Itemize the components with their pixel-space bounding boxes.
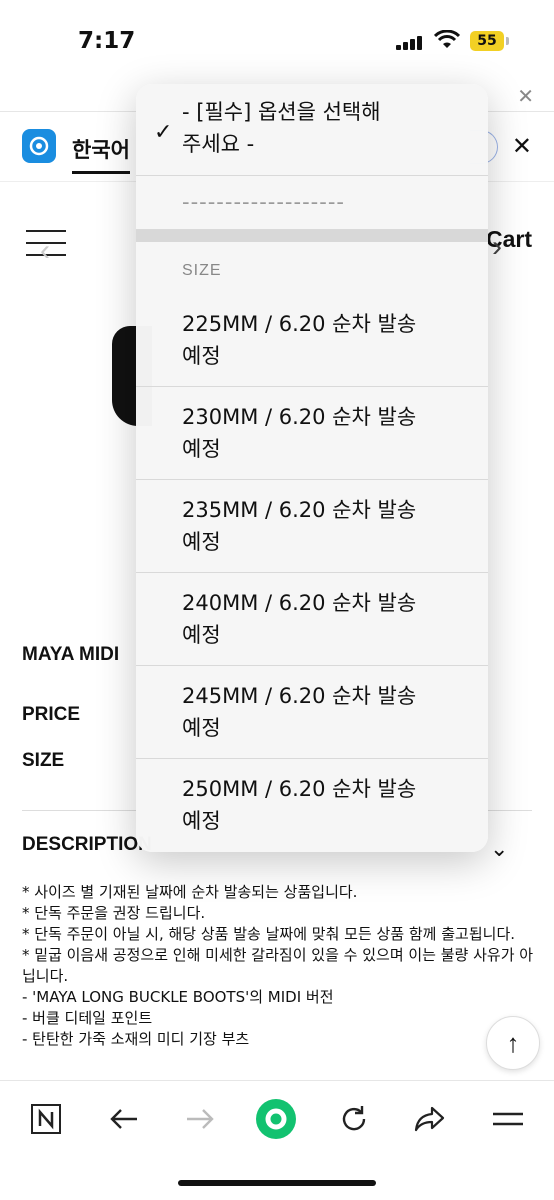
dropdown-option-225[interactable]: 225MM / 6.20 순차 발송 예정	[136, 294, 488, 387]
naver-n-icon[interactable]	[24, 1099, 68, 1139]
language-tab[interactable]: 한국어	[72, 134, 130, 174]
next-image-arrow[interactable]: ›	[492, 230, 502, 264]
prev-image-arrow[interactable]: ‹	[40, 234, 50, 268]
dropdown-group-header: SIZE	[182, 262, 222, 279]
option-label-line: 245MM / 6.20 순차 발송	[182, 684, 417, 708]
option-label: 225MM / 6.20 순차 발송 예정	[182, 308, 416, 372]
dropdown-group-gap	[136, 230, 488, 242]
option-label-line: 예정	[182, 530, 221, 554]
option-label: 240MM / 6.20 순차 발송 예정	[182, 587, 416, 651]
scroll-to-top-button[interactable]: ↑	[486, 1016, 540, 1070]
option-label: 230MM / 6.20 순차 발송 예정	[182, 401, 416, 465]
description-line: - 'MAYA LONG BUCKLE BOOTS'의 MIDI 버전	[22, 988, 334, 1006]
wifi-icon	[434, 30, 460, 48]
dropdown-option-235[interactable]: 235MM / 6.20 순차 발송 예정	[136, 480, 488, 573]
description-line: - 탄탄한 가죽 소재의 미디 기장 부츠	[22, 1030, 250, 1048]
option-label: -------------------	[182, 190, 345, 214]
signal-icon	[396, 36, 424, 50]
option-label: 235MM / 6.20 순차 발송 예정	[182, 494, 416, 558]
checkmark-icon: ✓	[154, 120, 173, 145]
status-bar: 7:17 55	[0, 0, 554, 84]
dropdown-option-245[interactable]: 245MM / 6.20 순차 발송 예정	[136, 666, 488, 759]
option-label-line: 예정	[182, 344, 221, 368]
dropdown-option-230[interactable]: 230MM / 6.20 순차 발송 예정	[136, 387, 488, 480]
option-label-line: 225MM / 6.20 순차 발송	[182, 312, 417, 336]
size-label: SIZE	[22, 750, 65, 771]
option-label-line: 250MM / 6.20 순차 발송	[182, 777, 417, 801]
description-line: * 사이즈 별 기재된 날짜에 순차 발송되는 상품입니다.	[22, 883, 358, 901]
dropdown-option-250[interactable]: 250MM / 6.20 순차 발송 예정	[136, 759, 488, 852]
product-title: MAYA MIDI	[22, 644, 120, 665]
share-icon[interactable]	[408, 1099, 452, 1139]
option-label-line: - [필수] 옵션을 선택해	[182, 100, 381, 124]
option-label: 245MM / 6.20 순차 발송 예정	[182, 680, 416, 744]
description-line: * 밑굽 이음새 공정으로 인해 미세한 갈라짐이 있을 수 있으며 이는 불량…	[22, 946, 534, 985]
chevron-down-icon[interactable]: ⌄	[490, 836, 508, 862]
more-menu-icon[interactable]	[486, 1099, 530, 1139]
option-label-line: 주세요 -	[182, 132, 255, 156]
option-label-line: 230MM / 6.20 순차 발송	[182, 405, 417, 429]
option-label-line: 240MM / 6.20 순차 발송	[182, 591, 417, 615]
description-line: - 버클 디테일 포인트	[22, 1009, 153, 1027]
home-indicator	[178, 1180, 376, 1186]
option-label: 250MM / 6.20 순차 발송 예정	[182, 773, 416, 837]
home-icon[interactable]	[254, 1099, 298, 1139]
close-icon[interactable]: ✕	[517, 84, 534, 109]
back-icon[interactable]	[102, 1099, 146, 1139]
option-label: - [필수] 옵션을 선택해 주세요 -	[182, 96, 381, 160]
close-icon[interactable]: ✕	[512, 132, 532, 161]
description-body: * 사이즈 별 기재된 날짜에 순차 발송되는 상품입니다. * 단독 주문을 …	[22, 882, 534, 1050]
translate-logo-icon	[22, 129, 56, 163]
option-label-line: 예정	[182, 437, 221, 461]
size-option-dropdown[interactable]: ✓ - [필수] 옵션을 선택해 주세요 - -----------------…	[136, 84, 488, 852]
refresh-icon[interactable]	[332, 1099, 376, 1139]
dropdown-option-placeholder[interactable]: ✓ - [필수] 옵션을 선택해 주세요 -	[136, 84, 488, 176]
forward-icon[interactable]	[178, 1099, 222, 1139]
dropdown-option-separator[interactable]: -------------------	[136, 176, 488, 230]
option-label-line: 예정	[182, 623, 221, 647]
description-line: * 단독 주문을 권장 드립니다.	[22, 904, 206, 922]
price-label: PRICE	[22, 704, 81, 725]
description-header[interactable]: DESCRIPTION	[22, 834, 152, 856]
option-label-line: 예정	[182, 716, 221, 740]
option-label-line: 235MM / 6.20 순차 발송	[182, 498, 417, 522]
battery-indicator: 55	[470, 31, 509, 51]
arrow-up-icon: ↑	[506, 1028, 520, 1058]
dropdown-option-240[interactable]: 240MM / 6.20 순차 발송 예정	[136, 573, 488, 666]
status-time: 7:17	[78, 28, 136, 54]
option-label-line: 예정	[182, 809, 221, 833]
description-line: * 단독 주문이 아닐 시, 해당 상품 발송 날짜에 맞춰 모든 상품 함께 …	[22, 925, 516, 943]
